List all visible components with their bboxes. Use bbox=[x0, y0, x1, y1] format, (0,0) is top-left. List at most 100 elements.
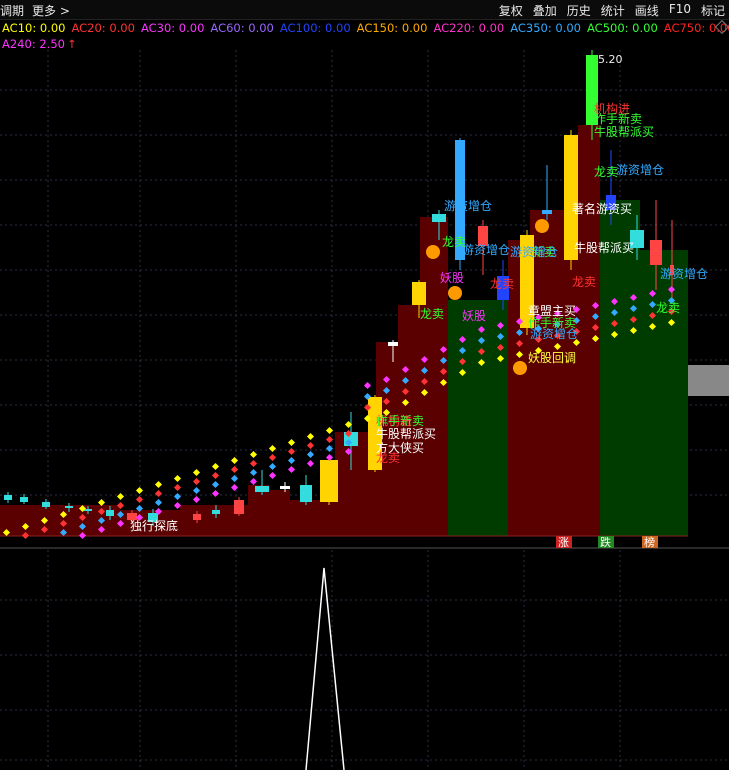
candle-body bbox=[42, 502, 50, 507]
indicator-line bbox=[305, 567, 345, 770]
annotation-label: 龙卖 bbox=[490, 277, 514, 291]
annotation-label: 妖股 bbox=[440, 271, 464, 285]
indicator-dot bbox=[154, 498, 163, 507]
price-tag: 5.20 bbox=[598, 53, 623, 66]
lower-panel bbox=[305, 567, 345, 770]
indicator-dot bbox=[306, 432, 315, 441]
indicator-dot bbox=[268, 444, 277, 453]
indicator-dot bbox=[173, 474, 182, 483]
marker-circle-icon bbox=[426, 245, 440, 259]
indicator-dot bbox=[173, 483, 182, 492]
bottom-badge-label: 涨 bbox=[558, 536, 569, 549]
annotation-label: 龙卖 bbox=[442, 235, 466, 249]
indicator-dot bbox=[173, 492, 182, 501]
indicator-dot bbox=[268, 453, 277, 462]
bottom-badge-label: 榜 bbox=[644, 535, 655, 549]
step-area bbox=[0, 505, 60, 536]
indicator-dot bbox=[154, 489, 163, 498]
annotation-label: 妖股 bbox=[462, 309, 486, 323]
annotation-label: 作手新卖 bbox=[528, 315, 576, 330]
indicator-dot bbox=[306, 450, 315, 459]
chart-canvas[interactable]: 机构进作手新卖牛股帮派买龙卖游资增仓游资增仓游资增仓著名游资买牛股帮派买龙卖龙卖… bbox=[0, 0, 729, 770]
indicator-dot bbox=[306, 459, 315, 468]
annotation-label: 牛股帮派买 bbox=[376, 426, 436, 441]
indicator-dot bbox=[287, 438, 296, 447]
annotation-label: 作手新卖 bbox=[376, 413, 424, 428]
step-area bbox=[270, 490, 290, 536]
annotation-label: 牛股帮派买 bbox=[574, 240, 634, 255]
annotation-label: 独行探底 bbox=[130, 518, 178, 533]
candle-body bbox=[20, 497, 28, 502]
indicator-dot bbox=[211, 480, 220, 489]
annotation-label: 游资增仓 bbox=[462, 243, 510, 257]
candle-body bbox=[193, 514, 201, 520]
annotation-label: 作手新卖 bbox=[594, 111, 642, 126]
step-area bbox=[248, 485, 270, 536]
indicator-dot bbox=[211, 489, 220, 498]
candle-body bbox=[255, 486, 269, 492]
indicator-dot bbox=[363, 381, 372, 390]
candle-body bbox=[432, 214, 446, 222]
marker-circle-icon bbox=[513, 361, 527, 375]
indicator-dot bbox=[306, 441, 315, 450]
candle-body bbox=[212, 510, 220, 514]
indicator-dot bbox=[249, 450, 258, 459]
annotation-label: 牛股帮派买 bbox=[594, 124, 654, 139]
candle-body bbox=[388, 342, 398, 346]
indicator-dot bbox=[173, 501, 182, 510]
indicator-dot bbox=[230, 456, 239, 465]
indicator-dot bbox=[249, 477, 258, 486]
candle-body bbox=[542, 210, 552, 214]
annotation-label: 游资增仓 bbox=[510, 245, 558, 259]
annotation-label: 龙卖 bbox=[572, 275, 596, 289]
annotation-label: 龙卖 bbox=[420, 307, 444, 321]
candle-body bbox=[234, 500, 244, 514]
annotation-label: 游资增仓 bbox=[444, 199, 492, 213]
indicator-dot bbox=[116, 492, 125, 501]
annotation-label: 龙卖 bbox=[376, 451, 400, 465]
indicator-dot bbox=[230, 474, 239, 483]
annotation-label: 游资增仓 bbox=[616, 163, 664, 177]
annotation-label: 龙卖 bbox=[656, 301, 680, 315]
candle-body bbox=[106, 510, 114, 516]
candle-body bbox=[300, 485, 312, 502]
annotation-label: 龙卖 bbox=[594, 165, 618, 179]
price-tag-value: 5.20 bbox=[598, 53, 623, 66]
candle-body bbox=[65, 506, 73, 508]
indicator-dot bbox=[325, 426, 334, 435]
indicator-dot bbox=[249, 468, 258, 477]
indicator-dot bbox=[211, 462, 220, 471]
indicator-dot bbox=[249, 459, 258, 468]
step-area bbox=[640, 250, 688, 536]
indicator-dot bbox=[268, 462, 277, 471]
indicator-dot bbox=[230, 465, 239, 474]
indicator-dot bbox=[97, 498, 106, 507]
candle-body bbox=[412, 282, 426, 305]
indicator-dot bbox=[192, 495, 201, 504]
price-scroll-block bbox=[688, 365, 729, 396]
step-area bbox=[420, 217, 448, 536]
indicator-dot bbox=[135, 486, 144, 495]
indicator-dot bbox=[287, 456, 296, 465]
indicator-dot bbox=[287, 447, 296, 456]
indicator-dot bbox=[135, 495, 144, 504]
marker-circle-icon bbox=[535, 219, 549, 233]
candle-body bbox=[320, 460, 338, 502]
step-area bbox=[578, 125, 600, 536]
indicator-dot bbox=[268, 471, 277, 480]
step-area bbox=[290, 500, 335, 536]
candle-body bbox=[650, 240, 662, 265]
indicator-dot bbox=[211, 471, 220, 480]
indicator-dot bbox=[192, 468, 201, 477]
candle-body bbox=[280, 486, 290, 489]
indicator-dot bbox=[154, 480, 163, 489]
indicator-dot bbox=[192, 477, 201, 486]
annotation-label: 游资增仓 bbox=[660, 267, 708, 281]
background-areas bbox=[0, 125, 729, 549]
annotation-label: 著名游资买 bbox=[572, 201, 632, 216]
marker-circle-icon bbox=[448, 286, 462, 300]
candle-body bbox=[4, 495, 12, 500]
indicator-dot bbox=[287, 465, 296, 474]
indicator-dot bbox=[230, 483, 239, 492]
annotation-label: 妖股回调 bbox=[528, 351, 576, 365]
